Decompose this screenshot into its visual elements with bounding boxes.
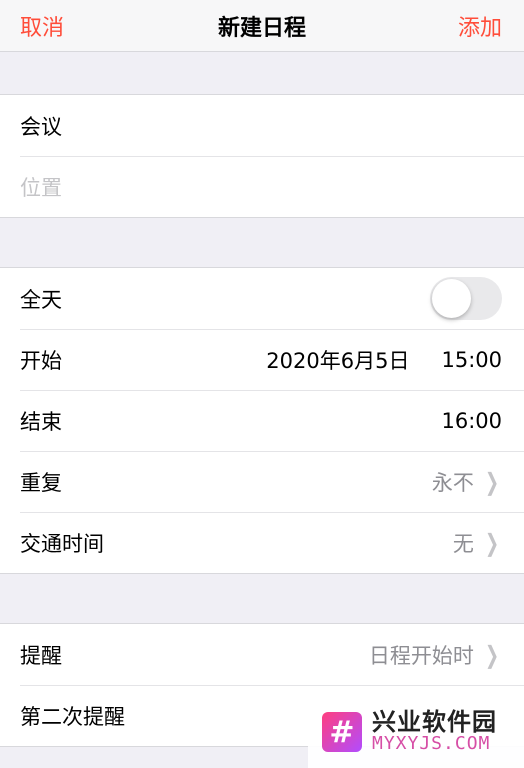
second-alert-label: 第二次提醒 (20, 704, 125, 729)
toggle-knob (432, 279, 471, 318)
chevron-right-icon: ❯ (484, 467, 499, 496)
all-day-label: 全天 (20, 287, 62, 312)
travel-time-row[interactable]: 交通时间 无 ❯ (0, 512, 524, 573)
details-group: 会议 位置 (0, 94, 524, 218)
time-group: 全天 开始 2020年6月5日 15:00 结束 16:00 重复 永不 ❯ 交… (0, 267, 524, 574)
title-field[interactable]: 会议 (0, 95, 524, 156)
cancel-button[interactable]: 取消 (20, 10, 64, 42)
watermark-text: 兴业软件园 MYXYJS.COM (372, 707, 497, 755)
page-title: 新建日程 (217, 15, 306, 41)
watermark: # 兴业软件园 MYXYJS.COM (308, 696, 524, 768)
location-placeholder: 位置 (20, 175, 62, 200)
chevron-right-icon: ❯ (484, 640, 499, 669)
alert-row[interactable]: 提醒 日程开始时 ❯ (0, 624, 524, 685)
watermark-name: 兴业软件园 (372, 707, 497, 736)
start-time[interactable]: 15:00 (441, 348, 502, 372)
watermark-site: MYXYJS.COM (372, 733, 491, 755)
chevron-right-icon: ❯ (484, 528, 499, 557)
repeat-row[interactable]: 重复 永不 ❯ (0, 451, 524, 512)
start-date[interactable]: 2020年6月5日 (266, 345, 409, 375)
alert-value: 日程开始时 (368, 643, 474, 668)
end-time[interactable]: 16:00 (441, 409, 502, 433)
location-field[interactable]: 位置 (0, 156, 524, 217)
title-value: 会议 (20, 114, 62, 139)
navigation-bar: 取消 新建日程 添加 (0, 0, 524, 52)
end-label: 结束 (20, 409, 62, 434)
start-label: 开始 (20, 348, 62, 373)
watermark-logo-icon: # (322, 712, 362, 752)
travel-time-value: 无 (452, 531, 474, 556)
end-row[interactable]: 结束 16:00 (0, 390, 524, 451)
alert-label: 提醒 (20, 643, 62, 668)
start-row[interactable]: 开始 2020年6月5日 15:00 (0, 329, 524, 390)
repeat-label: 重复 (20, 470, 62, 495)
all-day-toggle[interactable] (430, 277, 502, 320)
travel-time-label: 交通时间 (20, 531, 104, 556)
all-day-row: 全天 (0, 268, 524, 329)
repeat-value: 永不 (431, 470, 474, 495)
add-button[interactable]: 添加 (458, 10, 502, 42)
